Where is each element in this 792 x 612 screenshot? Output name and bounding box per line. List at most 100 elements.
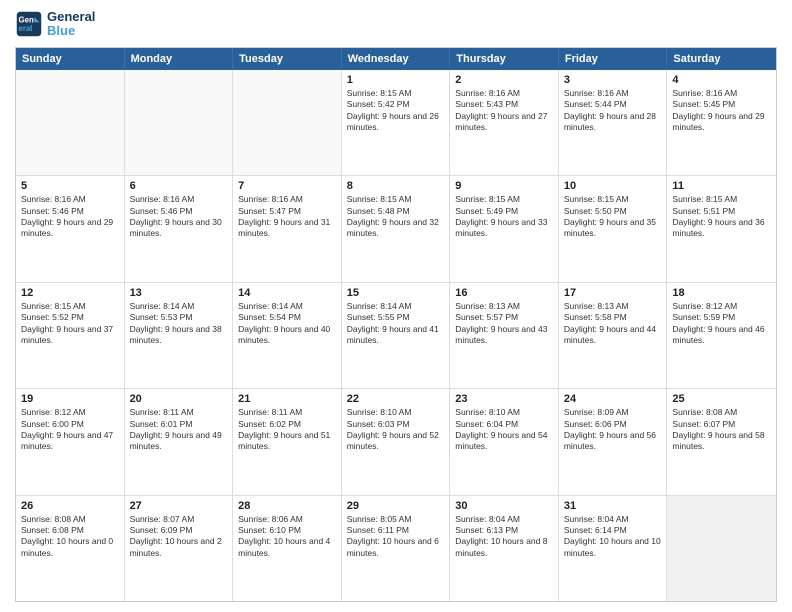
- day-number: 27: [130, 500, 228, 512]
- calendar-body: 1Sunrise: 8:15 AM Sunset: 5:42 PM Daylig…: [16, 70, 776, 601]
- day-cell: 26 Sunrise: 8:08 AM Sunset: 6:08 PM Dayli…: [16, 496, 125, 601]
- day-text: Sunrise: 8:16 AM Sunset: 5:43 PM Dayligh…: [455, 88, 553, 134]
- weekday-header: Monday: [125, 48, 234, 70]
- day-cell: 29 Sunrise: 8:05 AM Sunset: 6:11 PM Dayli…: [342, 496, 451, 601]
- calendar-row: 12 Sunrise: 8:15 AM Sunset: 5:52 PM Dayli…: [16, 283, 776, 389]
- day-text: Sunrise: 8:13 AM Sunset: 5:58 PM Dayligh…: [564, 301, 662, 347]
- day-text: Sunrise: 8:16 AM Sunset: 5:45 PM Dayligh…: [672, 88, 771, 134]
- day-cell: 8Sunrise: 8:15 AM Sunset: 5:48 PM Daylig…: [342, 176, 451, 281]
- day-text: Sunrise: 8:07 AM Sunset: 6:09 PM Dayligh…: [130, 514, 228, 560]
- day-number: 13: [130, 287, 228, 299]
- calendar-header: SundayMondayTuesdayWednesdayThursdayFrid…: [16, 48, 776, 70]
- day-text: Sunrise: 8:12 AM Sunset: 6:00 PM Dayligh…: [21, 407, 119, 453]
- day-cell: 18 Sunrise: 8:12 AM Sunset: 5:59 PM Dayli…: [667, 283, 776, 388]
- day-number: 31: [564, 500, 662, 512]
- day-text: Sunrise: 8:09 AM Sunset: 6:06 PM Dayligh…: [564, 407, 662, 453]
- day-cell: 13 Sunrise: 8:14 AM Sunset: 5:53 PM Dayli…: [125, 283, 234, 388]
- day-number: 18: [672, 287, 771, 299]
- day-number: 21: [238, 393, 336, 405]
- day-text: Sunrise: 8:10 AM Sunset: 6:03 PM Dayligh…: [347, 407, 445, 453]
- logo-text-1: General: [47, 10, 95, 24]
- day-number: 17: [564, 287, 662, 299]
- calendar-row: 26 Sunrise: 8:08 AM Sunset: 6:08 PM Dayli…: [16, 496, 776, 601]
- day-cell: 25 Sunrise: 8:08 AM Sunset: 6:07 PM Dayli…: [667, 389, 776, 494]
- weekday-header: Saturday: [667, 48, 776, 70]
- day-number: 5: [21, 180, 119, 192]
- empty-cell: [16, 70, 125, 175]
- day-cell: 28Sunrise: 8:06 AM Sunset: 6:10 PM Dayli…: [233, 496, 342, 601]
- day-text: Sunrise: 8:11 AM Sunset: 6:02 PM Dayligh…: [238, 407, 336, 453]
- day-text: Sunrise: 8:12 AM Sunset: 5:59 PM Dayligh…: [672, 301, 771, 347]
- day-text: Sunrise: 8:16 AM Sunset: 5:47 PM Dayligh…: [238, 194, 336, 240]
- day-cell: 10Sunrise: 8:15 AM Sunset: 5:50 PM Dayli…: [559, 176, 668, 281]
- logo-icon: Gen eral: [15, 10, 43, 38]
- day-cell: 7 Sunrise: 8:16 AM Sunset: 5:47 PM Daylig…: [233, 176, 342, 281]
- svg-text:eral: eral: [19, 24, 33, 33]
- day-number: 8: [347, 180, 445, 192]
- day-number: 29: [347, 500, 445, 512]
- day-text: Sunrise: 8:14 AM Sunset: 5:55 PM Dayligh…: [347, 301, 445, 347]
- day-cell: 21 Sunrise: 8:11 AM Sunset: 6:02 PM Dayli…: [233, 389, 342, 494]
- day-text: Sunrise: 8:08 AM Sunset: 6:08 PM Dayligh…: [21, 514, 119, 560]
- day-number: 15: [347, 287, 445, 299]
- day-cell: 22 Sunrise: 8:10 AM Sunset: 6:03 PM Dayli…: [342, 389, 451, 494]
- day-text: Sunrise: 8:15 AM Sunset: 5:52 PM Dayligh…: [21, 301, 119, 347]
- day-cell: 12 Sunrise: 8:15 AM Sunset: 5:52 PM Dayli…: [16, 283, 125, 388]
- day-number: 2: [455, 74, 553, 86]
- day-number: 7: [238, 180, 336, 192]
- day-number: 25: [672, 393, 771, 405]
- empty-cell: [125, 70, 234, 175]
- day-number: 16: [455, 287, 553, 299]
- weekday-header: Wednesday: [342, 48, 451, 70]
- day-text: Sunrise: 8:14 AM Sunset: 5:53 PM Dayligh…: [130, 301, 228, 347]
- day-number: 12: [21, 287, 119, 299]
- day-text: Sunrise: 8:15 AM Sunset: 5:51 PM Dayligh…: [672, 194, 771, 240]
- day-cell: 31Sunrise: 8:04 AM Sunset: 6:14 PM Dayli…: [559, 496, 668, 601]
- logo-text-2: Blue: [47, 24, 95, 38]
- day-number: 26: [21, 500, 119, 512]
- day-text: Sunrise: 8:16 AM Sunset: 5:44 PM Dayligh…: [564, 88, 662, 134]
- day-cell: 16Sunrise: 8:13 AM Sunset: 5:57 PM Dayli…: [450, 283, 559, 388]
- page: Gen eral General Blue SundayMondayTuesda…: [0, 0, 792, 612]
- day-text: Sunrise: 8:08 AM Sunset: 6:07 PM Dayligh…: [672, 407, 771, 453]
- day-cell: 5 Sunrise: 8:16 AM Sunset: 5:46 PM Daylig…: [16, 176, 125, 281]
- day-number: 9: [455, 180, 553, 192]
- weekday-header: Tuesday: [233, 48, 342, 70]
- day-number: 22: [347, 393, 445, 405]
- day-number: 10: [564, 180, 662, 192]
- day-text: Sunrise: 8:15 AM Sunset: 5:49 PM Dayligh…: [455, 194, 553, 240]
- empty-cell: [233, 70, 342, 175]
- day-cell: 23 Sunrise: 8:10 AM Sunset: 6:04 PM Dayli…: [450, 389, 559, 494]
- calendar-row: 5 Sunrise: 8:16 AM Sunset: 5:46 PM Daylig…: [16, 176, 776, 282]
- header: Gen eral General Blue: [15, 10, 777, 39]
- day-text: Sunrise: 8:05 AM Sunset: 6:11 PM Dayligh…: [347, 514, 445, 560]
- day-text: Sunrise: 8:10 AM Sunset: 6:04 PM Dayligh…: [455, 407, 553, 453]
- day-text: Sunrise: 8:16 AM Sunset: 5:46 PM Dayligh…: [21, 194, 119, 240]
- day-number: 1: [347, 74, 445, 86]
- day-text: Sunrise: 8:16 AM Sunset: 5:46 PM Dayligh…: [130, 194, 228, 240]
- day-cell: 17 Sunrise: 8:13 AM Sunset: 5:58 PM Dayli…: [559, 283, 668, 388]
- svg-text:Gen: Gen: [19, 16, 34, 25]
- day-number: 20: [130, 393, 228, 405]
- weekday-header: Friday: [559, 48, 668, 70]
- day-cell: 1Sunrise: 8:15 AM Sunset: 5:42 PM Daylig…: [342, 70, 451, 175]
- day-number: 3: [564, 74, 662, 86]
- logo: Gen eral General Blue: [15, 10, 95, 39]
- day-number: 11: [672, 180, 771, 192]
- day-cell: 19 Sunrise: 8:12 AM Sunset: 6:00 PM Dayli…: [16, 389, 125, 494]
- empty-cell: [667, 496, 776, 601]
- day-text: Sunrise: 8:14 AM Sunset: 5:54 PM Dayligh…: [238, 301, 336, 347]
- day-number: 28: [238, 500, 336, 512]
- day-number: 19: [21, 393, 119, 405]
- day-number: 14: [238, 287, 336, 299]
- day-number: 4: [672, 74, 771, 86]
- day-cell: 14 Sunrise: 8:14 AM Sunset: 5:54 PM Dayli…: [233, 283, 342, 388]
- day-cell: 11 Sunrise: 8:15 AM Sunset: 5:51 PM Dayli…: [667, 176, 776, 281]
- day-number: 23: [455, 393, 553, 405]
- calendar-row: 19 Sunrise: 8:12 AM Sunset: 6:00 PM Dayli…: [16, 389, 776, 495]
- day-number: 6: [130, 180, 228, 192]
- day-text: Sunrise: 8:11 AM Sunset: 6:01 PM Dayligh…: [130, 407, 228, 453]
- day-text: Sunrise: 8:04 AM Sunset: 6:13 PM Dayligh…: [455, 514, 553, 560]
- day-cell: 20 Sunrise: 8:11 AM Sunset: 6:01 PM Dayli…: [125, 389, 234, 494]
- day-cell: 4 Sunrise: 8:16 AM Sunset: 5:45 PM Daylig…: [667, 70, 776, 175]
